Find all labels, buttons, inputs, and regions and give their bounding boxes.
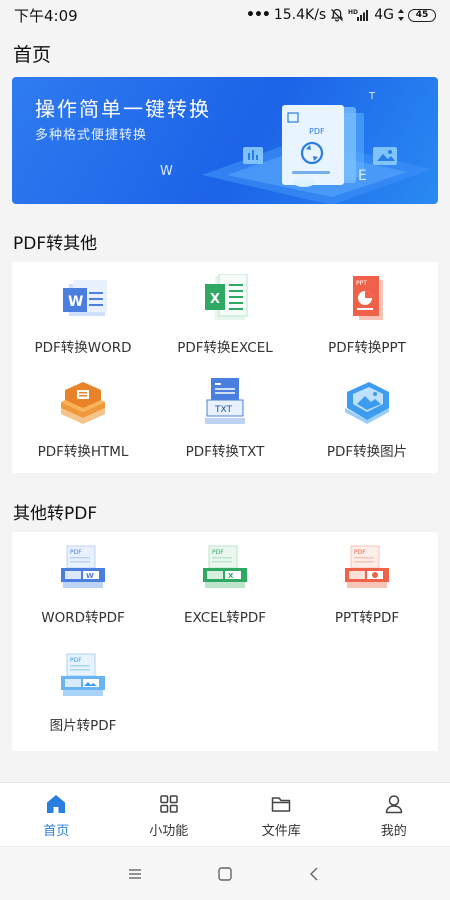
status-indicators: ••• 15.4K/s HD 4G 45 xyxy=(246,7,436,23)
grid-item-pdf-to-html[interactable]: PDF转换HTML xyxy=(12,366,154,470)
status-dots: ••• xyxy=(246,7,271,23)
html-icon xyxy=(61,382,105,424)
user-icon xyxy=(385,795,402,814)
banner-e-text: E xyxy=(358,168,367,184)
data-arrows-icon xyxy=(398,9,404,21)
image-icon xyxy=(345,382,389,424)
txt-icon: TXT xyxy=(205,378,245,424)
folder-icon xyxy=(272,797,291,812)
excel-icon: X xyxy=(205,274,248,320)
grid-item-excel-to-pdf[interactable]: PDF X EXCEL转PDF xyxy=(154,532,296,636)
grid-item-pdf-to-image[interactable]: PDF转换图片 xyxy=(296,366,438,470)
grid-item-label: PDF转换WORD xyxy=(34,340,132,356)
network-type: 4G xyxy=(374,7,394,23)
tab-profile[interactable]: 我的 xyxy=(338,783,450,846)
promo-banner[interactable]: 操作简单一键转换 多种格式便捷转换 PDF W E T xyxy=(12,77,438,204)
status-time: 下午4:09 xyxy=(14,6,78,25)
page-title: 首页 xyxy=(13,44,52,66)
banner-t-text: T xyxy=(368,91,376,102)
tab-home[interactable]: 首页 xyxy=(0,783,113,846)
tab-tools[interactable]: 小功能 xyxy=(113,783,226,846)
grid-item-pdf-to-ppt[interactable]: PPT PDF转换PPT xyxy=(296,262,438,366)
grid-item-label: 图片转PDF xyxy=(49,718,117,734)
tab-label: 小功能 xyxy=(149,824,189,839)
grid-item-label: PDF转换图片 xyxy=(326,444,408,460)
image-to-pdf-icon: PDF xyxy=(61,653,105,696)
grid-item-label: EXCEL转PDF xyxy=(183,610,267,626)
network-speed: 15.4K/s xyxy=(273,7,327,23)
bottom-tab-bar: 首页 小功能 文件库 我的 xyxy=(0,782,450,846)
tab-files[interactable]: 文件库 xyxy=(225,783,338,846)
banner-w-text: W xyxy=(160,164,173,179)
svg-text:X: X xyxy=(228,572,234,580)
system-navigation-bar xyxy=(0,846,450,900)
grid-item-label: PDF转换HTML xyxy=(37,444,129,460)
section-title-other-to-pdf: 其他转PDF xyxy=(13,504,98,524)
tab-label: 首页 xyxy=(43,824,70,839)
grid-item-ppt-to-pdf[interactable]: PDF PPT转PDF xyxy=(296,532,438,636)
grid-item-label: PPT转PDF xyxy=(334,610,400,626)
signal-icon: HD xyxy=(348,9,369,21)
home-button-icon[interactable] xyxy=(217,866,233,882)
word-icon: W xyxy=(63,280,107,316)
svg-text:TXT: TXT xyxy=(214,405,233,415)
menu-icon[interactable] xyxy=(127,866,143,882)
section-title-pdf-to-other: PDF转其他 xyxy=(13,234,98,254)
back-icon[interactable] xyxy=(307,866,323,882)
grid-item-label: PDF转换EXCEL xyxy=(177,340,273,356)
svg-text:PDF: PDF xyxy=(354,549,366,556)
home-icon xyxy=(47,795,66,813)
excel-to-pdf-icon: PDF X xyxy=(203,545,247,588)
grid-item-label: PDF转换PPT xyxy=(328,340,406,356)
svg-text:X: X xyxy=(210,292,220,307)
status-bar: 下午4:09 ••• 15.4K/s HD 4G 45 xyxy=(0,0,450,30)
grid-item-pdf-to-word[interactable]: W PDF转换WORD xyxy=(12,262,154,366)
grid-icon xyxy=(160,795,178,813)
battery-indicator: 45 xyxy=(408,8,436,22)
grid-item-label: WORD转PDF xyxy=(41,610,125,626)
svg-text:W: W xyxy=(68,294,83,310)
grid-item-pdf-to-txt[interactable]: TXT PDF转换TXT xyxy=(154,366,296,470)
svg-text:PPT: PPT xyxy=(356,280,367,287)
grid-item-image-to-pdf[interactable]: PDF 图片转PDF xyxy=(12,640,154,744)
banner-pdf-text: PDF xyxy=(309,127,325,136)
svg-text:PDF: PDF xyxy=(212,549,224,556)
ppt-icon: PPT xyxy=(353,276,383,320)
svg-text:W: W xyxy=(86,572,94,580)
card-pdf-to-other: W PDF转换WORD X PDF转换EXCEL PPT PDF转换PPT PD… xyxy=(12,262,438,473)
tab-label: 我的 xyxy=(380,824,407,839)
grid-item-pdf-to-excel[interactable]: X PDF转换EXCEL xyxy=(154,262,296,366)
banner-illustration: PDF W E T xyxy=(160,91,432,204)
mute-bell-icon xyxy=(331,8,344,22)
svg-text:HD: HD xyxy=(348,9,358,16)
svg-text:PDF: PDF xyxy=(70,657,82,664)
svg-text:PDF: PDF xyxy=(70,549,82,556)
tab-label: 文件库 xyxy=(261,824,301,839)
grid-item-label: PDF转换TXT xyxy=(185,444,265,460)
ppt-to-pdf-icon: PDF xyxy=(345,545,389,588)
grid-item-word-to-pdf[interactable]: PDF W WORD转PDF xyxy=(12,532,154,636)
card-other-to-pdf: PDF W WORD转PDF PDF X EXCEL转PDF PDF PPT转P… xyxy=(12,532,438,751)
word-to-pdf-icon: PDF W xyxy=(61,545,105,588)
